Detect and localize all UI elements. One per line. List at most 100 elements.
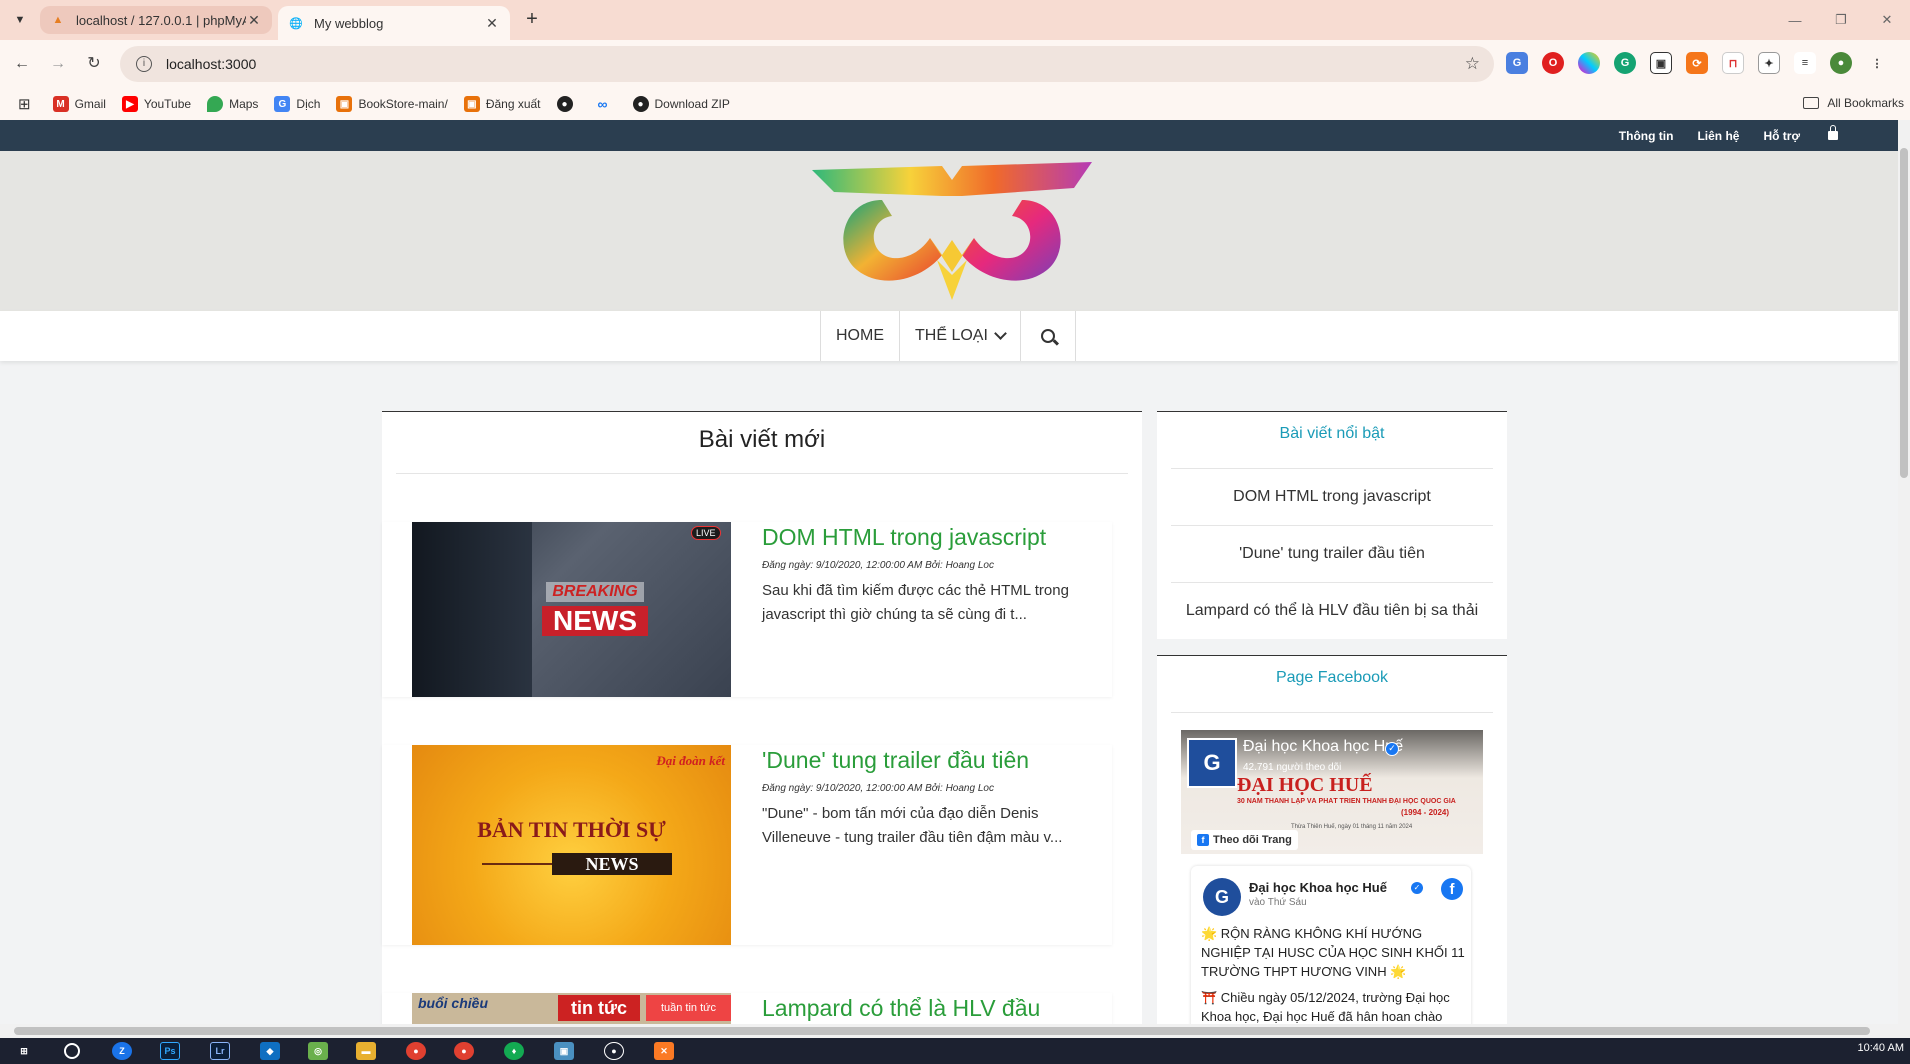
translate-extension-icon[interactable]: G (1506, 52, 1528, 74)
topbar-link-contact[interactable]: Liên hệ (1697, 129, 1739, 143)
lightroom-icon[interactable]: Lr (210, 1042, 230, 1060)
bookmark-label: BookStore-main/ (358, 97, 448, 111)
featured-title: Bài viết nổi bật (1171, 412, 1493, 469)
nav-home[interactable]: HOME (821, 311, 900, 361)
post-title[interactable]: Lampard có thể là HLV đầu (762, 993, 1092, 1023)
new-tab-button[interactable]: + (520, 8, 544, 32)
facebook-logo-icon[interactable]: f (1441, 878, 1463, 900)
apps-grid-icon[interactable]: ⊞ (18, 95, 31, 113)
adblock-extension-icon[interactable]: O (1542, 52, 1564, 74)
post-title[interactable]: DOM HTML trong javascript (762, 522, 1092, 552)
file-explorer-icon[interactable]: ▬ (356, 1042, 376, 1060)
color-extension-icon[interactable] (1578, 52, 1600, 74)
minimize-icon[interactable]: — (1772, 0, 1818, 40)
nav-search[interactable] (1021, 311, 1076, 361)
tab-title: localhost / 127.0.0.1 | phpMyAdmin (76, 12, 246, 28)
facebook-icon: f (1197, 834, 1209, 846)
bookmark-logout[interactable]: ▣ Đăng xuất (463, 96, 541, 112)
topbar-link-support[interactable]: Hỗ trợ (1763, 129, 1800, 143)
extensions-puzzle-icon[interactable]: ✦ (1758, 52, 1780, 74)
grammarly-extension-icon[interactable]: G (1614, 52, 1636, 74)
media-control-icon[interactable]: ≡ (1794, 52, 1816, 74)
post-title[interactable]: 'Dune' tung trailer đầu tiên (762, 745, 1092, 775)
bookmark-label: Dịch (296, 97, 321, 111)
follow-page-button[interactable]: f Theo dõi Trang (1191, 830, 1298, 850)
tab-close-icon[interactable]: ✕ (484, 15, 500, 32)
maps-icon (207, 96, 224, 112)
featured-item[interactable]: 'Dune' tung trailer đầu tiên (1171, 526, 1493, 583)
xampp-icon[interactable]: ✕ (654, 1042, 674, 1060)
topbar-link-info[interactable]: Thông tin (1619, 129, 1674, 143)
bookmark-maps[interactable]: Maps (207, 96, 258, 112)
post-card[interactable]: buổi chiều tin tức tuần tin tức Lampard … (382, 993, 1112, 1024)
search-icon[interactable] (64, 1043, 80, 1059)
image-extension-icon[interactable]: ▣ (1650, 52, 1672, 74)
featured-item[interactable]: Lampard có thể là HLV đầu tiên bị sa thả… (1171, 583, 1493, 640)
nav-categories[interactable]: THỂ LOẠI (900, 311, 1021, 361)
github-icon[interactable]: ● (604, 1042, 624, 1060)
chrome-icon[interactable]: ● (406, 1042, 426, 1060)
zalo-icon[interactable]: Z (112, 1042, 132, 1060)
windows-start-icon[interactable]: ⊞ (14, 1042, 34, 1060)
bookmark-bookstore[interactable]: ▣ BookStore-main/ (336, 96, 448, 112)
tab-phpmyadmin[interactable]: ▲ localhost / 127.0.0.1 | phpMyAdmin ✕ (40, 6, 272, 34)
tab-search-button[interactable]: ▼ (8, 8, 32, 32)
fb-page-name[interactable]: Đại học Khoa học Huế (1243, 738, 1403, 756)
mongodb-icon[interactable]: ♦ (504, 1042, 524, 1060)
profile-avatar-icon[interactable]: ● (1830, 52, 1852, 74)
vscode-icon[interactable]: ◆ (260, 1042, 280, 1060)
scrollbar-thumb[interactable] (14, 1027, 1870, 1035)
post-avatar: G (1203, 878, 1241, 916)
post-text: 🌟 RỘN RÀNG KHÔNG KHÍ HƯỚNG NGHIỆP TẠI HU… (1201, 926, 1465, 979)
featured-posts-panel: Bài viết nổi bật DOM HTML trong javascri… (1157, 411, 1507, 639)
orange-extension-icon[interactable]: ⟳ (1686, 52, 1708, 74)
tab-my-webblog[interactable]: 🌐 My webblog ✕ (278, 6, 510, 40)
post-thumbnail[interactable]: LIVE BREAKING NEWS (412, 522, 731, 697)
post-meta: Đăng ngày: 9/10/2020, 12:00:00 AM Bởi: H… (762, 783, 994, 794)
bookmark-star-icon[interactable]: ☆ (1465, 54, 1480, 74)
buoichieu-logo: buổi chiều (418, 995, 488, 1011)
bookmark-github[interactable]: ● (556, 96, 579, 112)
bookmark-gmail[interactable]: M Gmail (52, 96, 106, 112)
facebook-post[interactable]: G Đại học Khoa học Huế ✓ vào Thứ Sáu f 🌟… (1191, 866, 1471, 1024)
post-author[interactable]: Đại học Khoa học Huế (1249, 880, 1387, 895)
restore-icon[interactable]: ❐ (1818, 0, 1864, 40)
lock-icon[interactable] (1828, 125, 1838, 140)
github-icon: ● (632, 96, 649, 112)
close-window-icon[interactable]: ✕ (1864, 0, 1910, 40)
chrome-icon[interactable]: ● (454, 1042, 474, 1060)
app-icon[interactable]: ▣ (554, 1042, 574, 1060)
pocket-extension-icon[interactable]: ⊓ (1722, 52, 1744, 74)
page-avatar: G (1187, 738, 1237, 788)
translate-icon: G (274, 96, 291, 112)
forward-icon[interactable]: → (46, 52, 70, 76)
photoshop-icon[interactable]: Ps (160, 1042, 180, 1060)
site-info-icon[interactable]: i (136, 56, 152, 72)
post-card[interactable]: LIVE BREAKING NEWS DOM HTML trong javasc… (382, 522, 1112, 697)
post-thumbnail[interactable]: Đại đoàn kết BẢN TIN THỜI SỰ NEWS (412, 745, 731, 945)
bookmark-download-zip[interactable]: ● Download ZIP (632, 96, 730, 112)
main-navbar: HOME THỂ LOẠI (0, 311, 1898, 361)
nav-categories-label: THỂ LOẠI (915, 327, 988, 344)
reload-icon[interactable]: ↻ (82, 52, 106, 76)
new-posts-panel: Bài viết mới LIVE BREAKING NEWS DOM HTML… (382, 411, 1142, 1024)
post-card[interactable]: Đại đoàn kết BẢN TIN THỜI SỰ NEWS 'Dune'… (382, 745, 1112, 945)
app-icon[interactable]: ◎ (308, 1042, 328, 1060)
back-icon[interactable]: ← (10, 52, 34, 76)
vertical-scrollbar[interactable] (1898, 120, 1910, 1024)
address-bar[interactable]: i localhost:3000 ☆ (120, 46, 1494, 82)
os-taskbar: ⊞ Z Ps Lr ◆ ◎ ▬ ● ● ♦ ▣ ● ✕ 10:40 AM (0, 1038, 1910, 1064)
tab-close-icon[interactable]: ✕ (246, 12, 262, 29)
post-thumbnail[interactable]: buổi chiều tin tức tuần tin tức (412, 993, 731, 1024)
all-bookmarks[interactable]: All Bookmarks (1803, 96, 1904, 110)
scrollbar-thumb[interactable] (1900, 148, 1908, 478)
site-logo[interactable] (812, 160, 1092, 300)
more-menu-icon[interactable]: ⋮ (1866, 52, 1888, 74)
bookmark-youtube[interactable]: ▶ YouTube (121, 96, 191, 112)
bookmark-dich[interactable]: G Dịch (274, 96, 320, 112)
bookmark-meta[interactable]: ∞ (595, 96, 617, 112)
horizontal-scrollbar[interactable] (0, 1024, 1910, 1038)
verified-badge-icon: ✓ (1411, 882, 1423, 894)
featured-item[interactable]: DOM HTML trong javascript (1171, 469, 1493, 526)
facebook-page-cover[interactable]: G Đại học Khoa học Huế ✓ 42.791 người th… (1181, 730, 1483, 854)
